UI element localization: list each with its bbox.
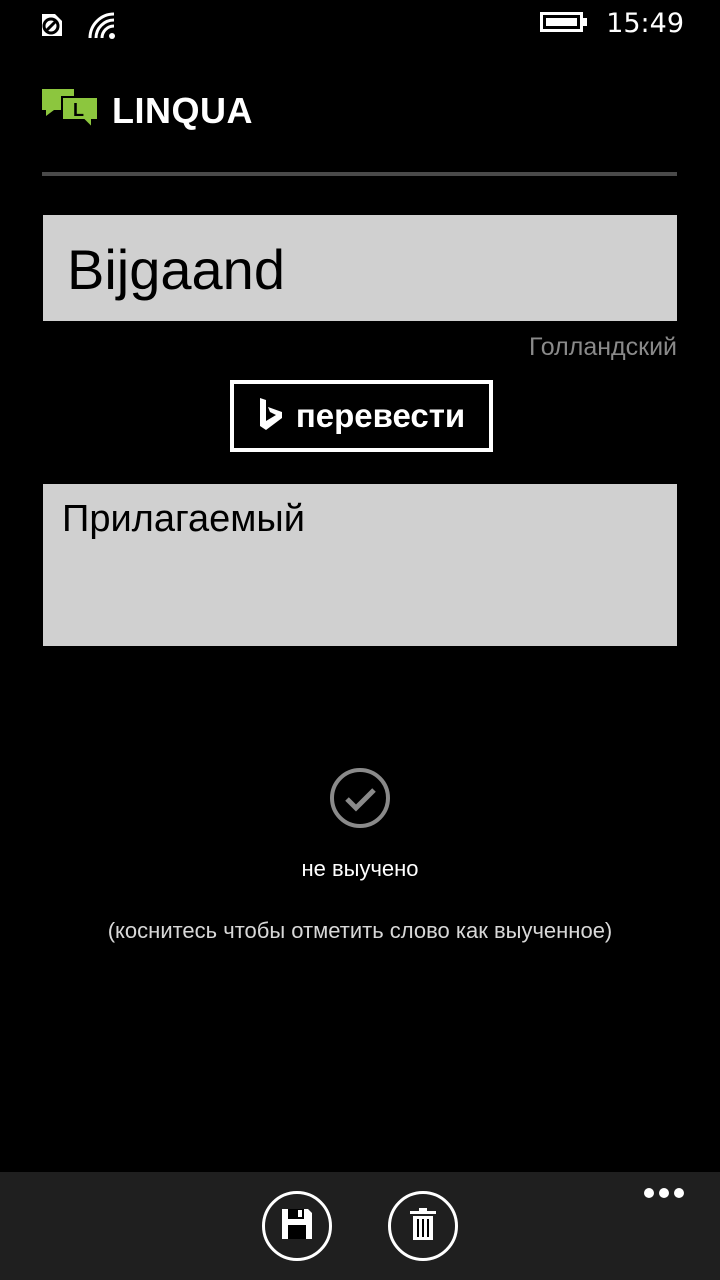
header-divider bbox=[42, 172, 677, 176]
status-clock: 15:49 bbox=[606, 8, 684, 39]
logo-letter: L bbox=[73, 100, 84, 120]
more-icon[interactable] bbox=[642, 1186, 686, 1200]
learned-status: не выучено bbox=[0, 768, 720, 882]
delete-button[interactable] bbox=[388, 1191, 458, 1261]
status-bar: 15:49 bbox=[0, 0, 720, 52]
learned-hint: (коснитесь чтобы отметить слово как выуч… bbox=[107, 918, 613, 943]
wifi-icon bbox=[86, 10, 118, 44]
translation-value: Прилагаемый bbox=[62, 498, 305, 540]
app-bar bbox=[0, 1172, 720, 1280]
app-title: LINQUA bbox=[112, 90, 253, 131]
app-logo-icon: L bbox=[42, 86, 100, 136]
battery-icon bbox=[540, 10, 588, 38]
status-icons-left bbox=[36, 10, 118, 44]
source-language-label: Голландский bbox=[528, 333, 677, 361]
delete-icon bbox=[408, 1207, 438, 1245]
status-icons-right: 15:49 bbox=[540, 8, 684, 39]
data-sense-icon bbox=[36, 10, 66, 44]
translate-button[interactable]: перевести bbox=[230, 380, 493, 452]
save-button[interactable] bbox=[262, 1191, 332, 1261]
check-circle-icon[interactable] bbox=[330, 768, 390, 828]
bing-icon bbox=[258, 397, 284, 435]
translation-input[interactable]: Прилагаемый bbox=[43, 484, 677, 646]
learned-status-label: не выучено bbox=[301, 856, 419, 881]
word-input[interactable]: Bijgaand bbox=[43, 215, 677, 321]
save-icon bbox=[280, 1207, 314, 1245]
translate-button-label: перевести bbox=[295, 397, 466, 434]
app-header: L LINQUA bbox=[42, 86, 253, 136]
word-value: Bijgaand bbox=[67, 238, 285, 301]
